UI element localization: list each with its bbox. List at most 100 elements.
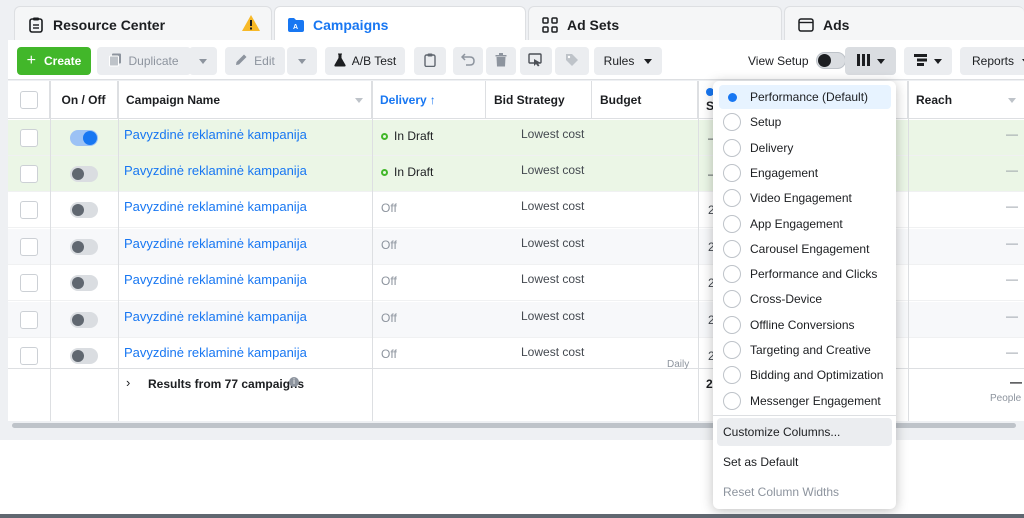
edit-button[interactable]: Edit — [225, 47, 285, 75]
radio-button[interactable] — [723, 315, 741, 334]
radio-button[interactable] — [723, 88, 741, 106]
radio-button[interactable] — [723, 138, 741, 157]
row-bid-cell: Lowest cost — [521, 334, 584, 370]
duplicate-dropdown-button[interactable] — [189, 47, 217, 75]
preview-button[interactable] — [520, 47, 552, 75]
column-preset-item[interactable]: Offline Conversions — [719, 313, 891, 337]
radio-button[interactable] — [723, 391, 741, 410]
create-button[interactable]: + Create — [17, 47, 91, 75]
row-reach-cell: — — [1006, 298, 1018, 334]
radio-button[interactable] — [723, 239, 741, 258]
set-as-default-item[interactable]: Set as Default — [717, 448, 892, 476]
radio-button[interactable] — [723, 366, 741, 385]
column-preset-item[interactable]: Delivery — [719, 136, 891, 160]
column-preset-item[interactable]: Video Engagement — [719, 186, 891, 210]
row-name-cell: Pavyzdinė reklaminė kampanija — [124, 116, 307, 152]
row-delivery-cell: Off — [381, 227, 397, 263]
draft-status-icon — [381, 168, 388, 176]
row-checkbox[interactable] — [20, 201, 38, 219]
campaign-toggle[interactable] — [70, 239, 98, 255]
header-bid-strategy[interactable]: Bid Strategy — [486, 81, 592, 119]
radio-button[interactable] — [723, 265, 741, 284]
header-budget[interactable]: Budget — [592, 81, 698, 119]
campaign-name-link[interactable]: Pavyzdinė reklaminė kampanija — [124, 236, 307, 251]
ab-test-button[interactable]: A/B Test — [325, 47, 405, 75]
expand-chevron-icon[interactable]: › — [126, 375, 130, 390]
reports-button[interactable]: Reports — [960, 47, 1024, 75]
rules-button[interactable]: Rules — [594, 47, 662, 75]
delivery-status: Off — [381, 274, 397, 288]
campaign-name-link[interactable]: Pavyzdinė reklaminė kampanija — [124, 345, 307, 360]
tab-resource-center[interactable]: Resource Center — [14, 6, 272, 42]
reports-label: Reports — [972, 54, 1015, 68]
undo-button[interactable] — [453, 47, 483, 75]
flask-icon — [334, 53, 346, 70]
column-preset-label: Cross-Device — [750, 292, 823, 307]
campaign-name-link[interactable]: Pavyzdinė reklaminė kampanija — [124, 309, 307, 324]
row-checkbox[interactable] — [20, 311, 38, 329]
tab-campaigns[interactable]: A Campaigns — [274, 6, 526, 43]
row-checkbox[interactable] — [20, 274, 38, 292]
view-setup-toggle[interactable] — [816, 52, 846, 69]
row-checkbox[interactable] — [20, 165, 38, 183]
row-checkbox[interactable] — [20, 238, 38, 256]
campaign-toggle[interactable] — [70, 166, 98, 182]
column-divider — [118, 81, 119, 421]
column-preset-item[interactable]: Cross-Device — [719, 287, 891, 311]
trash-icon — [495, 52, 507, 70]
grid-icon — [541, 16, 559, 34]
duplicate-button[interactable]: Duplicate — [97, 47, 191, 75]
column-preset-item[interactable]: Setup — [719, 110, 891, 134]
tab-ads[interactable]: Ads — [784, 6, 1024, 42]
row-checkbox[interactable] — [20, 129, 38, 147]
campaign-toggle[interactable] — [70, 348, 98, 364]
header-reach[interactable]: Reach — [908, 81, 1024, 119]
breakdown-icon — [914, 53, 927, 69]
column-preset-label: Video Engagement — [750, 191, 852, 206]
radio-button[interactable] — [723, 341, 741, 359]
reach-value: — — [1006, 309, 1018, 323]
column-preset-item[interactable]: Performance (Default) — [719, 85, 891, 109]
campaign-toggle[interactable] — [70, 312, 98, 328]
column-preset-item[interactable]: Engagement — [719, 161, 891, 185]
column-preset-item[interactable]: Performance and Clicks — [719, 262, 891, 286]
radio-button[interactable] — [723, 113, 741, 132]
clipboard-button[interactable] — [414, 47, 446, 75]
edit-dropdown-button[interactable] — [287, 47, 317, 75]
campaign-name-link[interactable]: Pavyzdinė reklaminė kampanija — [124, 199, 307, 214]
columns-button[interactable] — [845, 47, 896, 75]
column-preset-item[interactable]: Targeting and Creative — [719, 338, 891, 362]
campaign-name-link[interactable]: Pavyzdinė reklaminė kampanija — [124, 163, 307, 178]
row-checkbox[interactable] — [20, 347, 38, 365]
radio-button[interactable] — [723, 214, 741, 233]
delete-button[interactable] — [486, 47, 516, 75]
row-toggle-cell — [70, 192, 98, 228]
customize-columns-item[interactable]: Customize Columns... — [717, 418, 892, 446]
tab-ad-sets[interactable]: Ad Sets — [528, 6, 782, 42]
campaign-toggle[interactable] — [70, 202, 98, 218]
radio-button[interactable] — [723, 163, 741, 182]
radio-button[interactable] — [723, 290, 741, 309]
column-preset-item[interactable]: Bidding and Optimization — [719, 363, 891, 387]
breakdown-button[interactable] — [904, 47, 952, 75]
bid-strategy-value: Lowest cost — [521, 345, 585, 359]
reset-column-widths-item[interactable]: Reset Column Widths — [717, 478, 892, 506]
column-preset-item[interactable]: Carousel Engagement — [719, 237, 891, 261]
radio-button[interactable] — [723, 189, 741, 208]
warning-icon[interactable] — [241, 14, 261, 35]
campaign-name-link[interactable]: Pavyzdinė reklaminė kampanija — [124, 272, 307, 287]
campaign-toggle[interactable] — [70, 275, 98, 291]
select-all-checkbox[interactable] — [19, 91, 38, 109]
header-delivery[interactable]: Delivery ↑ — [372, 81, 486, 119]
campaign-name-link[interactable]: Pavyzdinė reklaminė kampanija — [124, 127, 307, 142]
tag-button[interactable] — [555, 47, 589, 75]
duplicate-icon — [109, 53, 122, 70]
column-preset-item[interactable]: Messenger Engagement — [719, 389, 891, 413]
header-on-off[interactable]: On / Off — [50, 81, 118, 119]
campaign-toggle[interactable] — [70, 130, 98, 146]
header-select-cell — [8, 81, 50, 119]
header-campaign-name[interactable]: Campaign Name — [118, 81, 372, 119]
column-preset-item[interactable]: App Engagement — [719, 212, 891, 236]
bid-strategy-value: Lowest cost — [521, 199, 585, 213]
info-icon[interactable]: i — [289, 377, 299, 387]
